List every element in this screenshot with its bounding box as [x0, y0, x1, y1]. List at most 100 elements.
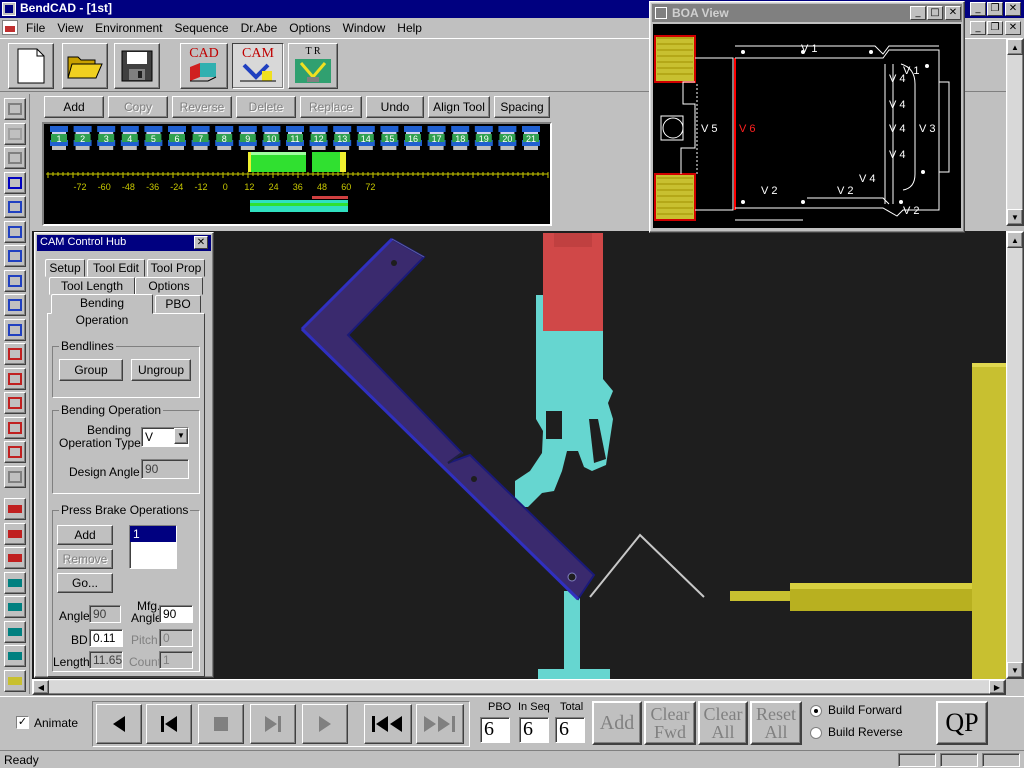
explode-tool-button[interactable] — [4, 343, 26, 365]
seq-button-undo[interactable]: Undo — [366, 96, 424, 118]
tab-tool-edit[interactable]: Tool Edit — [87, 259, 145, 277]
tool-station[interactable]: 1 — [50, 126, 68, 150]
seq-button-copy[interactable]: Copy — [108, 96, 168, 118]
tool-station[interactable]: 13 — [333, 126, 352, 150]
stop-button[interactable] — [198, 704, 244, 744]
grid-tool-button[interactable] — [4, 465, 26, 488]
go-to-end-button[interactable] — [250, 704, 296, 744]
menu-view[interactable]: View — [51, 20, 89, 36]
tab-bending-operation[interactable]: Bending Operation — [51, 294, 153, 327]
bend-tool-button[interactable] — [4, 392, 26, 414]
viewport-hscrollbar[interactable]: ◀ ▶ — [32, 679, 1006, 695]
viewport-vscrollbar[interactable]: ▲ ▼ — [1006, 231, 1024, 679]
app-close-button[interactable]: ✕ — [1005, 2, 1021, 16]
seq-button-spacing[interactable]: Spacing — [494, 96, 550, 118]
clear-all-button[interactable]: Clear All — [698, 701, 748, 745]
zoom-box-tool-button[interactable] — [4, 294, 26, 316]
tooling-mode-button[interactable]: T R — [288, 43, 338, 89]
doc-close-button[interactable]: ✕ — [1005, 21, 1021, 35]
menu-sequence[interactable]: Sequence — [169, 20, 235, 36]
forward-all-button[interactable] — [416, 704, 464, 744]
open-folder-button[interactable] — [62, 43, 108, 89]
go-to-start-button[interactable] — [146, 704, 192, 744]
hub-title-bar[interactable]: CAM Control Hub ✕ — [37, 235, 211, 251]
pbo-list-item[interactable]: 1 — [130, 526, 176, 542]
build-forward-radio[interactable] — [810, 705, 822, 717]
save-button[interactable] — [114, 43, 160, 89]
die-tool-button[interactable] — [4, 522, 26, 545]
seq-button-delete[interactable]: Delete — [236, 96, 296, 118]
app-restore-button[interactable]: ❐ — [987, 2, 1003, 16]
bd-field[interactable]: 0.11 — [89, 629, 123, 647]
backgauge-tool-button[interactable] — [4, 645, 26, 667]
measure-tool-button[interactable] — [4, 220, 26, 243]
group-button[interactable]: Group — [59, 359, 123, 381]
tool-station[interactable]: 21 — [522, 126, 540, 150]
gauge-tool-button[interactable] — [4, 596, 26, 618]
hub-close-button[interactable]: ✕ — [194, 236, 208, 249]
scroll-down-button[interactable]: ▼ — [1007, 662, 1023, 678]
app-minimize-button[interactable]: _ — [970, 2, 986, 16]
chevron-down-icon[interactable]: ▼ — [174, 428, 188, 444]
cube-view-tool-button[interactable] — [4, 98, 26, 120]
tab-tool-length[interactable]: Tool Length — [49, 277, 135, 295]
menu-window[interactable]: Window — [337, 20, 392, 36]
tool-station[interactable]: 6 — [168, 126, 186, 150]
menu-help[interactable]: Help — [391, 20, 428, 36]
finger-tool-button[interactable] — [4, 571, 26, 594]
tool-station[interactable]: 14 — [356, 126, 375, 150]
doc-minimize-button[interactable]: _ — [970, 21, 986, 35]
pbo-remove-button[interactable]: Remove — [57, 549, 113, 569]
rotate-view-tool-button[interactable] — [4, 147, 26, 169]
operation-type-select[interactable]: V ▼ — [141, 427, 189, 447]
doc-restore-button[interactable]: ❐ — [987, 21, 1003, 35]
tool-station[interactable]: 11 — [286, 126, 304, 150]
boa-minimize-button[interactable]: _ — [910, 6, 926, 20]
holder-tool-button[interactable] — [4, 620, 26, 643]
tab-pbo[interactable]: PBO — [155, 295, 201, 313]
menu-file[interactable]: File — [20, 20, 51, 36]
menu-drabe[interactable]: Dr.Abe — [235, 20, 284, 36]
build-reverse-radio[interactable] — [810, 727, 822, 739]
document-icon[interactable] — [2, 20, 18, 35]
tool-layout-strip[interactable]: 1 2 3 4 5 6 7 8 9 10 11 12 13 14 15 16 17 18 19 20 21 -72 -60-… — [42, 122, 552, 226]
tool-station[interactable]: 5 — [144, 126, 163, 150]
punch-tool-button[interactable] — [4, 498, 26, 520]
menu-options[interactable]: Options — [283, 20, 336, 36]
tool-station[interactable]: 10 — [262, 126, 281, 150]
select-arrow-tool-button[interactable] — [4, 171, 26, 194]
step-forward-button[interactable] — [302, 704, 348, 744]
part-tool-button[interactable] — [4, 245, 26, 267]
pbo-add-button[interactable]: Add — [57, 525, 113, 545]
tab-setup[interactable]: Setup — [45, 259, 85, 277]
animate-checkbox[interactable]: ✓ — [16, 716, 29, 729]
unfold-tool-button[interactable] — [4, 367, 26, 390]
rewind-all-button[interactable] — [364, 704, 412, 744]
clear-fwd-button[interactable]: Clear Fwd — [644, 701, 696, 745]
tool-station[interactable]: 18 — [451, 126, 470, 150]
flange-tool-button[interactable] — [4, 416, 26, 439]
boa-close-button[interactable]: ✕ — [945, 6, 961, 20]
ungroup-button[interactable]: Ungroup — [131, 359, 191, 381]
tool-station[interactable]: 2 — [73, 126, 92, 150]
tool-station[interactable]: 16 — [404, 126, 422, 150]
seq-button-align-tool[interactable]: Align Tool — [428, 96, 490, 118]
stop-finger-tool-button[interactable] — [4, 669, 26, 692]
boa-title-bar[interactable]: BOA View _ □ ✕ — [652, 4, 962, 22]
pbo-go-button[interactable]: Go... — [57, 573, 113, 593]
tool-station[interactable]: 12 — [309, 126, 328, 150]
scroll-up-button[interactable]: ▲ — [1007, 232, 1023, 248]
tool-station[interactable]: 8 — [215, 126, 234, 150]
scroll-left-button[interactable]: ◀ — [33, 680, 49, 694]
boa-canvas[interactable]: V 1 V 1 V 5 V 6 V 4 V 4 V 4 V 4 V 4 V 3 … — [653, 24, 961, 228]
scroll-right-button[interactable]: ▶ — [989, 680, 1005, 694]
add-pbo-button[interactable]: Add — [592, 701, 642, 745]
tool-station[interactable]: 19 — [474, 126, 493, 150]
pbo-list[interactable]: 1 — [129, 525, 177, 569]
tool-station[interactable]: 4 — [120, 126, 139, 150]
seq-button-add[interactable]: Add — [44, 96, 104, 118]
tool-station[interactable]: 20 — [498, 126, 517, 150]
select-box-tool-button[interactable] — [4, 196, 26, 218]
panel-scroll-down-button[interactable]: ▼ — [1007, 209, 1023, 225]
seq-button-replace[interactable]: Replace — [300, 96, 362, 118]
